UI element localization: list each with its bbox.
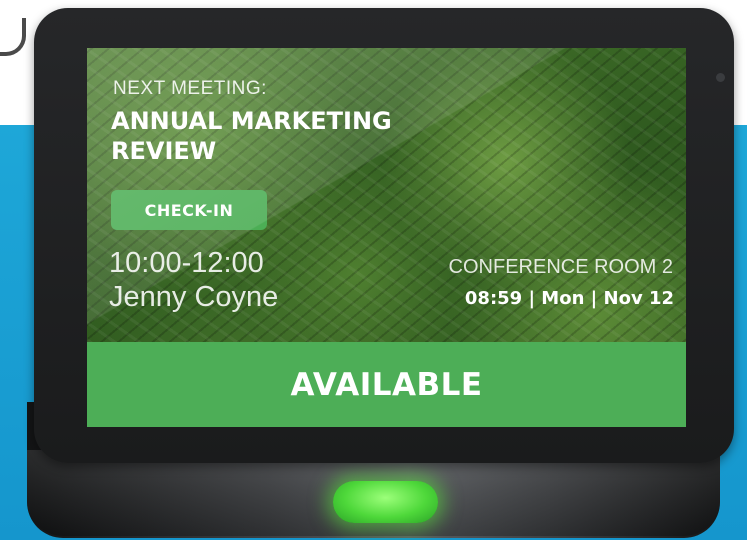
current-date-time: 08:59 | Mon | Nov 12 bbox=[464, 288, 674, 309]
corner-decoration bbox=[0, 18, 26, 56]
room-status-text: AVAILABLE bbox=[290, 366, 483, 403]
room-name: CONFERENCE ROOM 2 bbox=[448, 256, 673, 278]
next-meeting-label: NEXT MEETING: bbox=[113, 78, 267, 99]
meeting-time-range: 10:00-12:00 bbox=[109, 247, 264, 279]
room-display-screen: NEXT MEETING: ANNUAL MARKETING REVIEW CH… bbox=[87, 48, 686, 427]
status-led-icon bbox=[333, 481, 438, 523]
camera-icon bbox=[716, 73, 725, 82]
meeting-title: ANNUAL MARKETING REVIEW bbox=[111, 107, 392, 165]
room-status-bar: AVAILABLE bbox=[87, 342, 686, 427]
check-in-button[interactable]: CHECK-IN bbox=[111, 190, 267, 230]
meeting-organizer: Jenny Coyne bbox=[109, 281, 279, 313]
